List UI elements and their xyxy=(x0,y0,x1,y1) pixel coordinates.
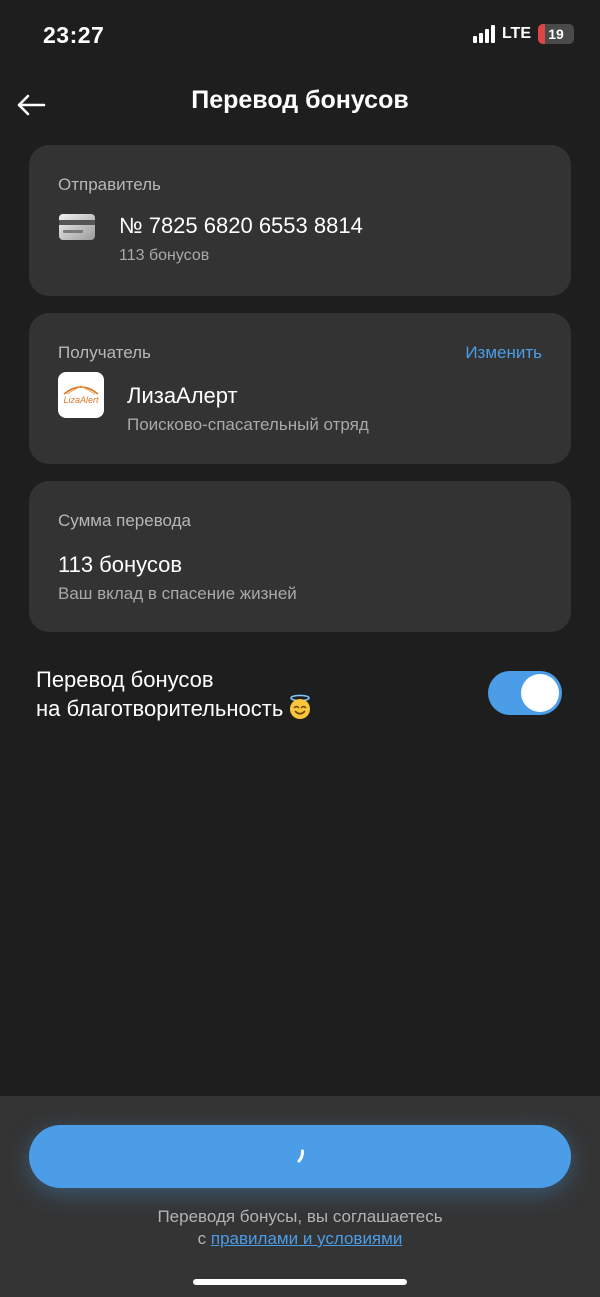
battery-icon: 19 xyxy=(538,24,574,44)
home-indicator xyxy=(193,1279,407,1285)
card-icon xyxy=(59,214,95,240)
recipient-label: Получатель xyxy=(58,343,151,362)
status-time: 23:27 xyxy=(43,22,105,48)
sender-balance: 113 бонусов xyxy=(119,247,210,264)
screen: 23:27 LTE 19 Перевод бонусов Отправитель xyxy=(0,0,600,1297)
charity-toggle-line2-row: на благотворительность xyxy=(36,694,313,723)
lizaalert-logo-text: LizaAlert xyxy=(63,395,99,405)
signal-icon xyxy=(472,25,495,43)
bottom-panel: Переводя бонусы, вы соглашаетесь с прави… xyxy=(0,1096,600,1297)
amount-description: Ваш вклад в спасение жизней xyxy=(58,584,297,603)
terms-text: Переводя бонусы, вы соглашаетесь с прави… xyxy=(0,1206,600,1250)
recipient-card: Получатель Изменить LizaAlert ЛизаАлерт … xyxy=(29,313,571,464)
status-indicators: LTE 19 xyxy=(472,24,574,44)
charity-toggle-label: Перевод бонусов на благотворительность xyxy=(36,665,313,723)
terms-line1: Переводя бонусы, вы соглашаетесь xyxy=(157,1207,443,1226)
loading-spinner-icon xyxy=(297,1149,305,1162)
submit-transfer-button[interactable] xyxy=(29,1125,571,1188)
recipient-description: Поисково-спасательный отряд xyxy=(127,415,369,434)
battery-level: 19 xyxy=(548,26,564,42)
toggle-knob xyxy=(521,674,559,712)
status-bar: 23:27 LTE 19 xyxy=(0,0,600,72)
change-recipient-link[interactable]: Изменить xyxy=(465,343,542,363)
amount-card[interactable]: Сумма перевода 113 бонусов Ваш вклад в с… xyxy=(29,481,571,632)
terms-line2: с правилами и условиями xyxy=(0,1228,600,1250)
lizaalert-logo: LizaAlert xyxy=(58,372,104,418)
terms-link[interactable]: правилами и условиями xyxy=(211,1229,402,1248)
terms-prefix: с xyxy=(197,1229,207,1248)
page-title: Перевод бонусов xyxy=(191,86,409,114)
charity-toggle-line2: на благотворительность xyxy=(36,696,284,721)
lizaalert-logo-mark: LizaAlert xyxy=(63,385,99,405)
recipient-name: ЛизаАлерт xyxy=(127,383,238,408)
network-type: LTE xyxy=(501,25,531,42)
charity-toggle-line1: Перевод бонусов xyxy=(36,667,214,692)
charity-toggle[interactable] xyxy=(488,671,562,715)
amount-value: 113 бонусов xyxy=(58,552,183,577)
sender-card: Отправитель № 7825 6820 6553 8814 113 бо… xyxy=(29,145,571,296)
sender-label: Отправитель xyxy=(58,175,161,194)
smiling-face-with-halo-icon xyxy=(290,694,311,719)
sender-card-number: № 7825 6820 6553 8814 xyxy=(119,213,363,238)
amount-label: Сумма перевода xyxy=(58,511,192,530)
